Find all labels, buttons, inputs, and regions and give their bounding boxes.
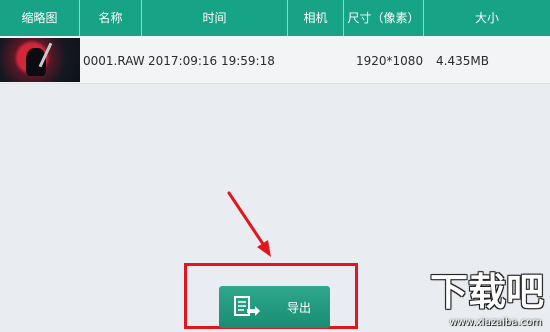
export-button-label: 导出 [287,300,312,315]
column-dimensions[interactable]: 尺寸（像素） [344,0,424,36]
watermark-logo: 下载吧 www.xiazaiba.com [420,270,544,328]
table-header: 缩略图 名称 时间 相机 尺寸（像素） 大小 [0,0,550,36]
export-button[interactable]: 导出 [219,286,330,328]
file-time: 2017:09:16 19:59:18 [148,54,275,68]
column-size[interactable]: 大小 [424,0,550,36]
column-time[interactable]: 时间 [142,0,288,36]
watermark-text: 下载吧 [429,270,544,314]
column-thumbnail[interactable]: 缩略图 [0,0,80,36]
watermark-url: www.xiazaiba.com [449,317,542,328]
column-name[interactable]: 名称 [80,0,142,36]
file-dimensions: 1920*1080 [356,54,424,68]
file-size: 4.435MB [436,54,489,68]
thumbnail-image [0,38,80,82]
file-name: 0001.RAW [83,54,145,68]
export-icon [233,295,261,319]
column-camera[interactable]: 相机 [288,0,344,36]
